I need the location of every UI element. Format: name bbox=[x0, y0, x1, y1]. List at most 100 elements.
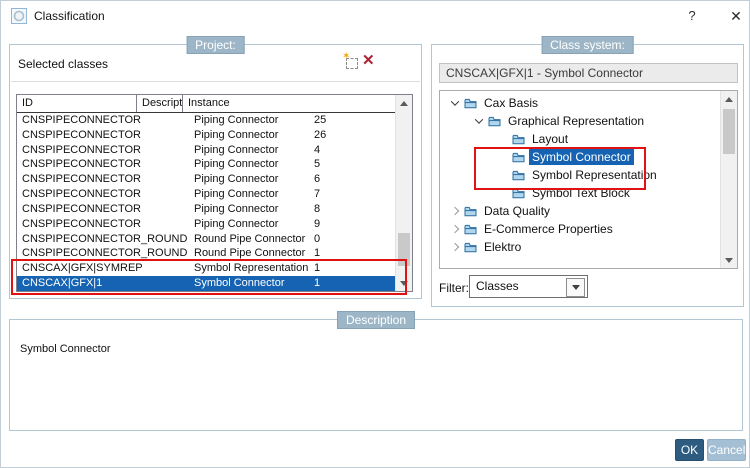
filter-selected-value: Classes bbox=[476, 279, 519, 293]
table-row[interactable]: CNSPIPECONNECTOR Piping Connector 26 bbox=[17, 128, 396, 143]
delete-icon[interactable]: ✕ bbox=[362, 51, 375, 69]
cell-description: Piping Connector bbox=[194, 173, 279, 186]
cell-instance: 6 bbox=[314, 173, 321, 186]
cell-instance: 9 bbox=[314, 217, 321, 230]
table-header-row: IDDescriptionInstance bbox=[17, 95, 396, 113]
cell-id: CNSPIPECONNECTOR bbox=[22, 217, 141, 230]
chevron-icon[interactable] bbox=[496, 186, 510, 200]
app-icon bbox=[11, 8, 27, 24]
chevron-icon[interactable] bbox=[448, 96, 462, 110]
tree-node-label: Symbol Connector bbox=[529, 149, 634, 165]
project-group-label: Project: bbox=[186, 36, 245, 54]
folder-icon bbox=[512, 152, 525, 163]
cell-instance: 26 bbox=[314, 128, 327, 141]
table-row[interactable]: CNSPIPECONNECTOR Piping Connector 8 bbox=[17, 202, 396, 217]
panel-divider bbox=[11, 81, 420, 82]
chevron-icon[interactable] bbox=[448, 204, 462, 218]
cell-id: CNSPIPECONNECTOR bbox=[22, 143, 141, 156]
chevron-icon[interactable] bbox=[472, 114, 486, 128]
cell-description: Symbol Connector bbox=[194, 277, 285, 290]
cell-description: Round Pipe Connector bbox=[194, 232, 306, 245]
scroll-down-icon[interactable] bbox=[721, 252, 737, 268]
cell-instance: 8 bbox=[314, 202, 321, 215]
tree-node[interactable]: Data Quality bbox=[440, 202, 720, 220]
scroll-down-icon[interactable] bbox=[396, 275, 412, 291]
table-body: CNSPIPECONNECTOR Piping Connector 25 CNS… bbox=[17, 113, 396, 291]
cell-instance: 1 bbox=[314, 277, 321, 290]
cell-description: Piping Connector bbox=[194, 188, 279, 201]
cell-description: Piping Connector bbox=[194, 128, 279, 141]
tree-node[interactable]: Symbol Representation bbox=[440, 166, 720, 184]
chevron-icon[interactable] bbox=[496, 168, 510, 182]
table-column-header[interactable]: Instance bbox=[183, 95, 390, 112]
folder-icon bbox=[512, 170, 525, 181]
filter-label: Filter: bbox=[439, 281, 469, 295]
project-group: Project: Selected classes ✶ ✕ ID Descript… bbox=[9, 36, 422, 299]
cell-id: CNSCAX|GFX|SYMREP bbox=[22, 262, 143, 275]
tree-node[interactable]: Cax Basis bbox=[440, 94, 720, 112]
table-row[interactable]: CNSPIPECONNECTOR Piping Connector 6 bbox=[17, 172, 396, 187]
cell-description: Piping Connector bbox=[194, 143, 279, 156]
scrollbar-thumb[interactable] bbox=[723, 109, 735, 154]
tree-scrollbar[interactable] bbox=[720, 91, 737, 268]
scroll-up-icon[interactable] bbox=[721, 91, 737, 107]
table-row[interactable]: CNSCAX|GFX|1 Symbol Connector 1 bbox=[17, 276, 396, 291]
tree-node[interactable]: Symbol Connector bbox=[440, 148, 720, 166]
cell-instance: 7 bbox=[314, 188, 321, 201]
tree-node-label: Symbol Text Block bbox=[532, 186, 630, 200]
tree-node-label: Cax Basis bbox=[484, 96, 539, 110]
help-button[interactable]: ? bbox=[684, 7, 700, 25]
folder-icon bbox=[488, 116, 501, 127]
table-row[interactable]: CNSPIPECONNECTOR Piping Connector 25 bbox=[17, 113, 396, 128]
table-row[interactable]: CNSPIPECONNECTOR Piping Connector 5 bbox=[17, 157, 396, 172]
close-button[interactable]: ✕ bbox=[727, 7, 745, 25]
scrollbar-thumb[interactable] bbox=[398, 233, 410, 266]
table-column-header[interactable]: ID bbox=[17, 95, 137, 112]
folder-icon bbox=[512, 134, 525, 145]
table-row[interactable]: CNSCAX|GFX|SYMREP Symbol Representation … bbox=[17, 261, 396, 276]
table-row[interactable]: CNSPIPECONNECTOR Piping Connector 4 bbox=[17, 143, 396, 158]
chevron-icon[interactable] bbox=[496, 150, 510, 164]
tree-node-label: Layout bbox=[532, 132, 569, 146]
selected-classes-title: Selected classes bbox=[18, 57, 109, 71]
cancel-button[interactable]: Cancel bbox=[707, 439, 746, 461]
filter-dropdown[interactable]: Classes bbox=[469, 275, 588, 298]
selected-classes-table: IDDescriptionInstance CNSPIPECONNECTOR P… bbox=[16, 94, 413, 292]
ok-button[interactable]: OK bbox=[675, 439, 704, 461]
new-item-star: ✶ bbox=[342, 51, 351, 62]
cell-description: Piping Connector bbox=[194, 114, 279, 126]
tree-node-label: Symbol Representation bbox=[532, 168, 657, 182]
cell-description: Round Pipe Connector bbox=[194, 247, 306, 260]
folder-icon bbox=[464, 242, 477, 253]
table-row[interactable]: CNSPIPECONNECTOR_ROUND Round Pipe Connec… bbox=[17, 246, 396, 261]
table-row[interactable]: CNSPIPECONNECTOR Piping Connector 7 bbox=[17, 187, 396, 202]
cell-description: Symbol Representation bbox=[194, 262, 309, 275]
folder-icon bbox=[464, 224, 477, 235]
chevron-icon[interactable] bbox=[448, 222, 462, 236]
selected-class-path-field[interactable]: CNSCAX|GFX|1 - Symbol Connector bbox=[439, 63, 738, 83]
cell-id: CNSPIPECONNECTOR bbox=[22, 188, 141, 201]
folder-icon bbox=[464, 206, 477, 217]
folder-icon bbox=[464, 98, 477, 109]
table-scrollbar[interactable] bbox=[395, 95, 412, 291]
tree-node[interactable]: Layout bbox=[440, 130, 720, 148]
tree-node[interactable]: E-Commerce Properties bbox=[440, 220, 720, 238]
cell-id: CNSPIPECONNECTOR bbox=[22, 128, 141, 141]
cell-description: Piping Connector bbox=[194, 158, 279, 171]
tree-node-label: E-Commerce Properties bbox=[484, 222, 613, 236]
class-system-group: Class system: CNSCAX|GFX|1 - Symbol Conn… bbox=[431, 36, 744, 307]
description-text: Symbol Connector bbox=[20, 343, 111, 355]
table-row[interactable]: CNSPIPECONNECTOR Piping Connector 9 bbox=[17, 217, 396, 232]
scroll-up-icon[interactable] bbox=[396, 95, 412, 111]
tree-node[interactable]: Symbol Text Block bbox=[440, 184, 720, 202]
chevron-icon[interactable] bbox=[448, 240, 462, 254]
classification-dialog: Classification ? ✕ Project: Selected cla… bbox=[0, 0, 750, 468]
tree-node[interactable]: Elektro bbox=[440, 238, 720, 256]
table-column-header[interactable]: Description bbox=[137, 95, 183, 112]
new-item-icon[interactable]: ✶ bbox=[342, 51, 358, 69]
tree-node[interactable]: Graphical Representation bbox=[440, 112, 720, 130]
table-row[interactable]: CNSPIPECONNECTOR_ROUND Round Pipe Connec… bbox=[17, 232, 396, 247]
cell-id: CNSPIPECONNECTOR bbox=[22, 202, 141, 215]
chevron-icon[interactable] bbox=[496, 132, 510, 146]
chevron-down-icon[interactable] bbox=[566, 278, 585, 297]
